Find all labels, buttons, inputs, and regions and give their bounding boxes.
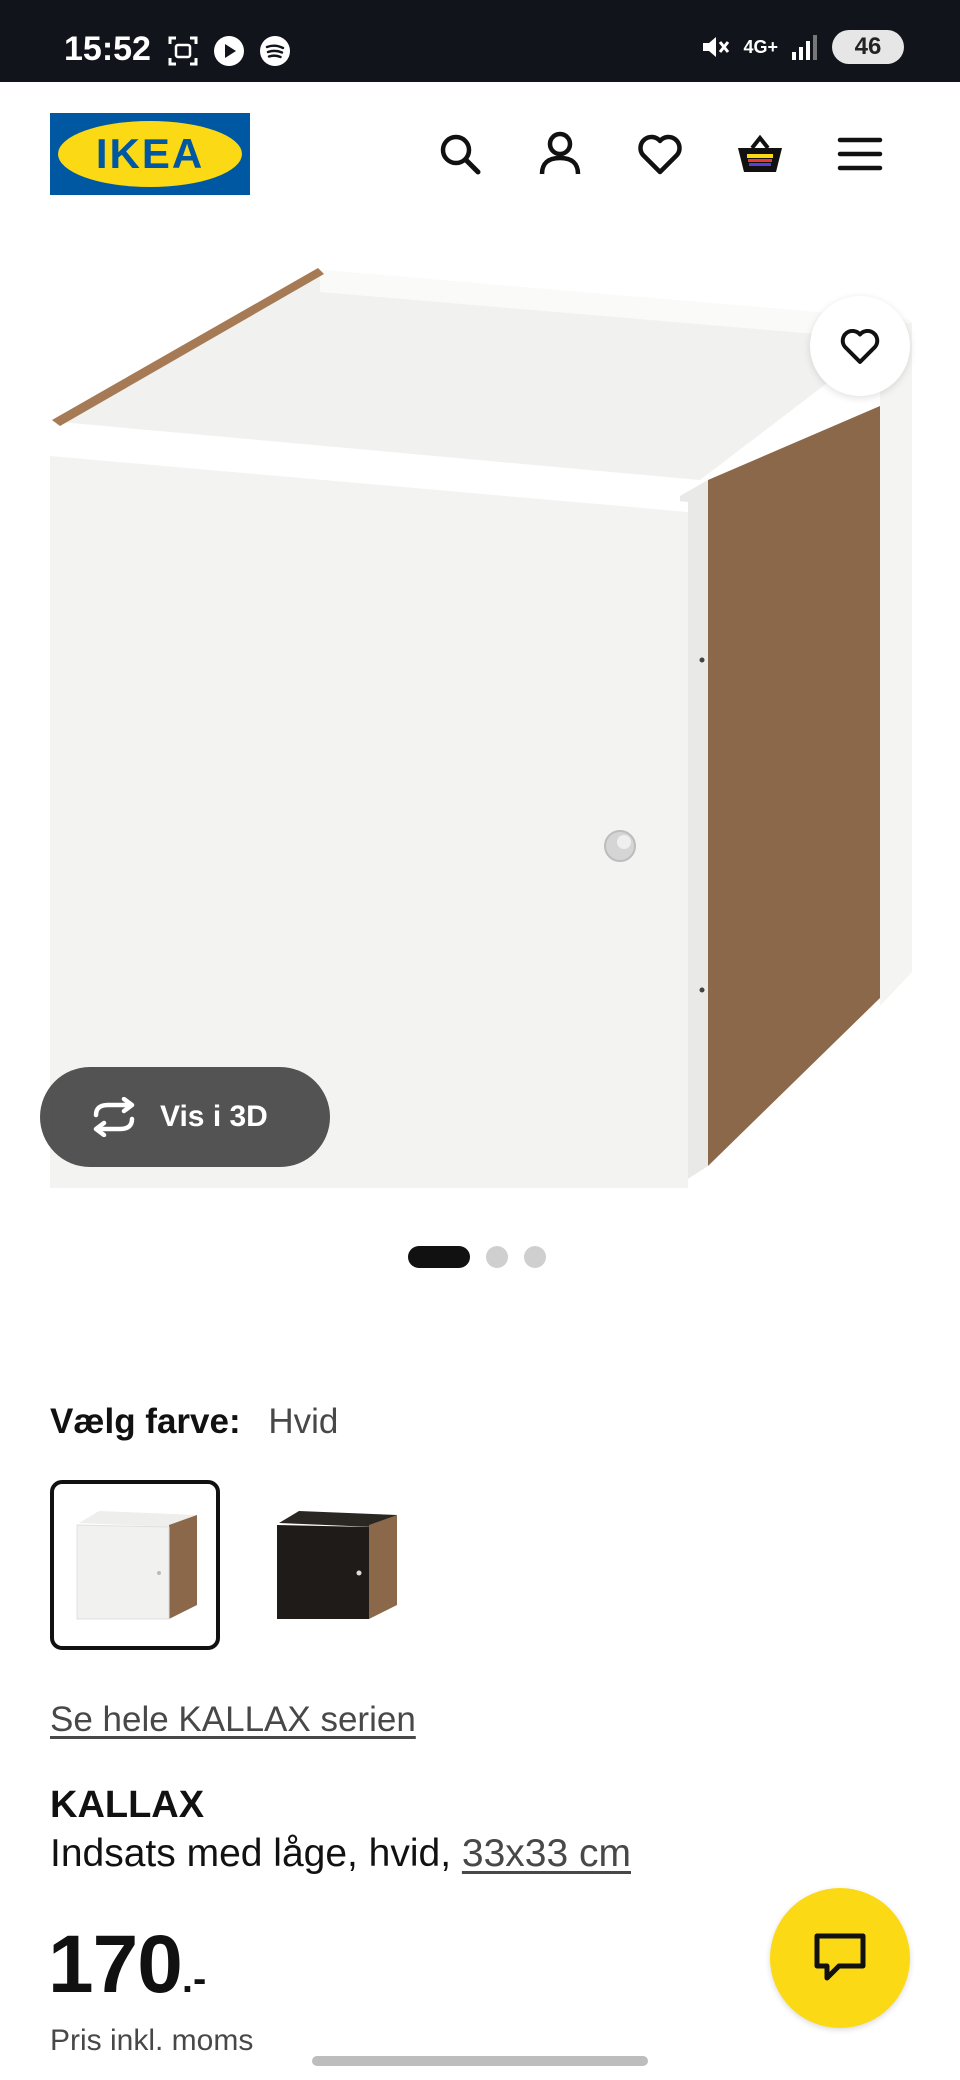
color-select: Vælg farve: Hvid — [50, 1402, 338, 1442]
logo-text: IKEA — [96, 130, 204, 177]
ikea-logo[interactable]: IKEA — [50, 113, 250, 195]
chat-button[interactable] — [770, 1888, 910, 2028]
screenshot-icon — [168, 36, 198, 66]
gallery-dot-3[interactable] — [524, 1246, 546, 1268]
chat-icon — [814, 1933, 866, 1981]
site-header: IKEA — [0, 82, 960, 222]
status-left-icons — [166, 34, 292, 68]
mute-icon — [703, 37, 730, 57]
signal-icon — [792, 35, 817, 60]
gallery-dot-1[interactable] — [408, 1246, 470, 1268]
color-selected-value: Hvid — [268, 1402, 339, 1441]
color-swatch-white[interactable] — [50, 1480, 220, 1650]
price-suffix: .- — [181, 1957, 207, 2001]
network-type: 4G+ — [743, 37, 778, 57]
heart-icon — [840, 329, 880, 364]
battery-icon: 46 — [832, 30, 904, 64]
account-icon[interactable] — [534, 128, 586, 180]
search-icon[interactable] — [434, 128, 486, 180]
series-link[interactable]: Se hele KALLAX serien — [50, 1700, 416, 1740]
status-right: 4G+ 46 — [699, 30, 904, 64]
gallery-dot-2[interactable] — [486, 1246, 508, 1268]
media-play-icon — [214, 36, 244, 66]
view-in-3d-button[interactable]: Vis i 3D — [40, 1067, 330, 1167]
product-description: Indsats med låge, hvid, 33x33 cm — [50, 1832, 631, 1876]
spotify-icon — [260, 36, 290, 66]
view-in-3d-label: Vis i 3D — [160, 1100, 268, 1133]
product-description-text: Indsats med låge, hvid, — [50, 1832, 462, 1875]
wishlist-heart-icon[interactable] — [634, 128, 686, 180]
gallery-pagination — [408, 1246, 546, 1268]
black-insert-thumbnail — [277, 1511, 397, 1619]
price-vat-note: Pris inkl. moms — [50, 2024, 254, 2057]
product-name: KALLAX — [50, 1784, 205, 1826]
home-indicator[interactable] — [312, 2056, 648, 2066]
white-insert-thumbnail — [76, 1511, 197, 1620]
battery-level: 46 — [854, 33, 882, 60]
product-price: 170.- — [48, 1918, 206, 2012]
status-bar: 15:52 4G+ 46 — [0, 0, 960, 82]
color-select-label: Vælg farve: — [50, 1402, 241, 1441]
product-favorite-button[interactable] — [810, 296, 910, 396]
menu-icon[interactable] — [834, 128, 886, 180]
status-time: 15:52 — [64, 30, 151, 68]
color-swatch-black[interactable] — [250, 1480, 420, 1650]
price-integer: 170 — [48, 1919, 183, 2010]
rotate-3d-icon — [93, 1097, 135, 1137]
product-size-link[interactable]: 33x33 cm — [462, 1832, 631, 1875]
cart-basket-icon[interactable] — [734, 128, 786, 180]
